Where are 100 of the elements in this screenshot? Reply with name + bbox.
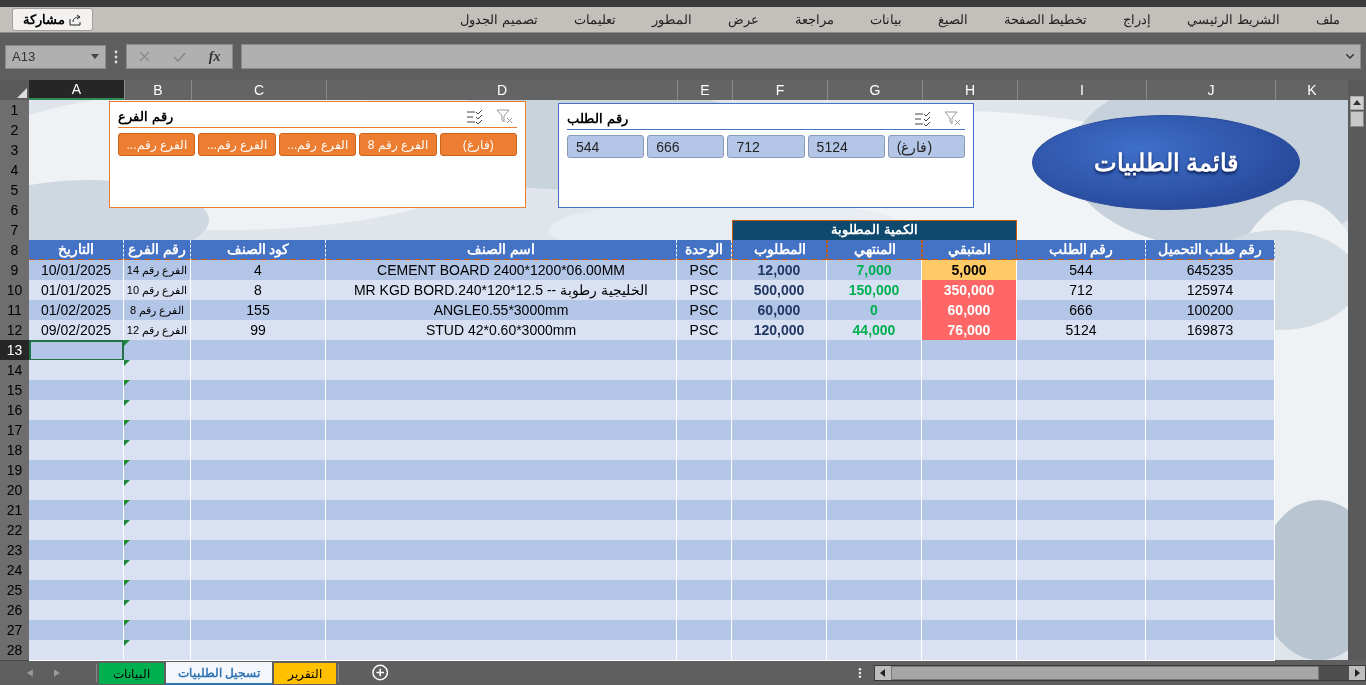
column-header[interactable]: A <box>29 80 124 100</box>
slicer-item[interactable]: الفرع رقم... <box>198 133 276 156</box>
select-all-icon[interactable] <box>17 88 27 98</box>
ribbon-tab[interactable]: ملف <box>1316 9 1340 30</box>
share-button[interactable]: مشاركة <box>12 8 93 31</box>
column-heading[interactable]: المتبقي <box>922 240 1017 261</box>
column-header[interactable]: E <box>677 80 732 100</box>
table-cell: 5,000 <box>922 260 1017 281</box>
scroll-up-icon[interactable] <box>1350 96 1364 110</box>
column-heading[interactable]: الوحدة <box>677 240 732 261</box>
row-header[interactable]: 28 <box>0 640 29 661</box>
column-heading[interactable]: المنتهي <box>827 240 922 261</box>
column-heading[interactable]: رقم الطلب <box>1017 240 1146 261</box>
clear-filter-icon[interactable] <box>497 109 513 124</box>
column-header[interactable]: B <box>124 80 191 100</box>
table-cell: 169873 <box>1146 320 1275 341</box>
table-cell: 712 <box>1017 280 1146 301</box>
table-cell: 99 <box>191 320 326 341</box>
table-cell: PSC <box>677 300 732 321</box>
table-cell: STUD 42*0.60*3000mm <box>326 320 677 341</box>
table-cell: 155 <box>191 300 326 321</box>
check-icon[interactable] <box>172 51 186 62</box>
slicer-item[interactable]: 544 <box>567 135 645 158</box>
slicer-item[interactable]: الفرع رقم 8 <box>359 133 437 156</box>
ribbon-tab[interactable]: بيانات <box>869 9 902 30</box>
expand-icon[interactable] <box>1346 54 1354 59</box>
column-header[interactable]: H <box>922 80 1017 100</box>
multi-select-icon[interactable] <box>467 109 483 124</box>
table-cell: 645235 <box>1146 260 1275 281</box>
slicer-item[interactable]: 712 <box>727 135 805 158</box>
table-cell <box>677 360 732 381</box>
table-cell: 350,000 <box>922 280 1017 301</box>
table-cell <box>677 340 732 361</box>
vertical-scrollbar[interactable] <box>1348 80 1366 660</box>
table-cell: 01/02/2025 <box>29 300 124 321</box>
table-cell <box>677 560 732 581</box>
column-heading[interactable]: رقم طلب التحميل <box>1146 240 1275 261</box>
ribbon-tab[interactable]: تخطيط الصفحة <box>1003 9 1088 30</box>
column-header[interactable]: K <box>1275 80 1348 100</box>
column-header[interactable]: C <box>191 80 326 100</box>
clear-filter-icon[interactable] <box>945 111 961 126</box>
table-cell: الفرع رقم 12 <box>124 320 191 341</box>
ribbon-tab[interactable]: عرض <box>727 9 759 30</box>
table-cell <box>677 580 732 601</box>
sheet-tab[interactable]: التقرير <box>273 663 336 684</box>
table-cell: 44,000 <box>827 320 922 341</box>
table-cell <box>677 600 732 621</box>
table-cell: 125974 <box>1146 280 1275 301</box>
scroll-thumb[interactable] <box>891 665 1320 680</box>
table-cell: 60,000 <box>922 300 1017 321</box>
column-heading[interactable]: المطلوب <box>732 240 827 261</box>
ribbon-tab[interactable]: الشريط الرئيسي <box>1187 9 1280 30</box>
scroll-left-icon[interactable] <box>875 665 892 680</box>
column-heading[interactable]: كود الصنف <box>191 240 326 261</box>
table-cell: 09/02/2025 <box>29 320 124 341</box>
column-heading[interactable]: رقم الفرع <box>124 240 191 261</box>
dropdown-icon[interactable] <box>91 54 99 59</box>
slicer-item[interactable]: الفرع رقم... <box>117 133 196 156</box>
scroll-right-icon[interactable] <box>1349 665 1365 680</box>
slicer-item[interactable]: 5124 <box>807 135 885 158</box>
column-header[interactable]: J <box>1146 80 1275 100</box>
ribbon-tab[interactable]: تصميم الجدول <box>460 9 538 30</box>
table-cell: 7,000 <box>827 260 922 281</box>
column-header[interactable]: I <box>1017 80 1146 100</box>
horizontal-scrollbar[interactable] <box>874 664 1366 681</box>
row-header[interactable]: 13 <box>0 340 29 361</box>
ribbon-tab[interactable]: مراجعة <box>794 9 834 30</box>
ribbon-tab[interactable]: المطور <box>651 9 692 30</box>
table-cell: 5124 <box>1017 320 1146 341</box>
column-header[interactable]: F <box>732 80 827 100</box>
ribbon-tab[interactable]: تعليمات <box>573 9 616 30</box>
sheet-tab[interactable]: البيانات <box>98 663 164 684</box>
table-cell: 0 <box>827 300 922 321</box>
table-cell <box>677 480 732 501</box>
table-cell <box>677 400 732 421</box>
more-options-icon[interactable] <box>114 49 118 64</box>
slicer-item[interactable]: (فارغ) <box>887 135 965 158</box>
slicer-item[interactable]: (فارغ) <box>439 133 517 156</box>
scroll-thumb[interactable] <box>1350 111 1364 127</box>
ribbon-tab[interactable]: الصيغ <box>937 9 968 30</box>
table-cell: PSC <box>677 280 732 301</box>
column-header[interactable]: G <box>827 80 922 100</box>
sheet-tab[interactable]: تسجيل الطلبيات <box>165 662 272 685</box>
more-options-icon[interactable] <box>858 666 863 679</box>
table-cell: 60,000 <box>732 300 827 321</box>
slicer-item[interactable]: الفرع رقم... <box>278 133 357 156</box>
table-cell <box>677 540 732 561</box>
title-text: قائمة الطلبيات <box>1093 147 1239 178</box>
name-box[interactable]: A13 <box>5 44 106 69</box>
multi-select-icon[interactable] <box>915 111 931 126</box>
column-header[interactable]: D <box>326 80 677 100</box>
column-heading[interactable]: اسم الصنف <box>326 240 677 261</box>
formula-input[interactable] <box>241 44 1361 69</box>
table-cell: 12,000 <box>732 260 827 281</box>
insert-function-button[interactable]: fx <box>208 46 221 67</box>
slicer-item[interactable]: 666 <box>647 135 725 158</box>
ribbon-tab[interactable]: إدراج <box>1123 9 1152 30</box>
column-heading[interactable]: التاريخ <box>29 240 124 261</box>
add-sheet-icon[interactable] <box>371 664 389 681</box>
table-cell <box>677 440 732 461</box>
